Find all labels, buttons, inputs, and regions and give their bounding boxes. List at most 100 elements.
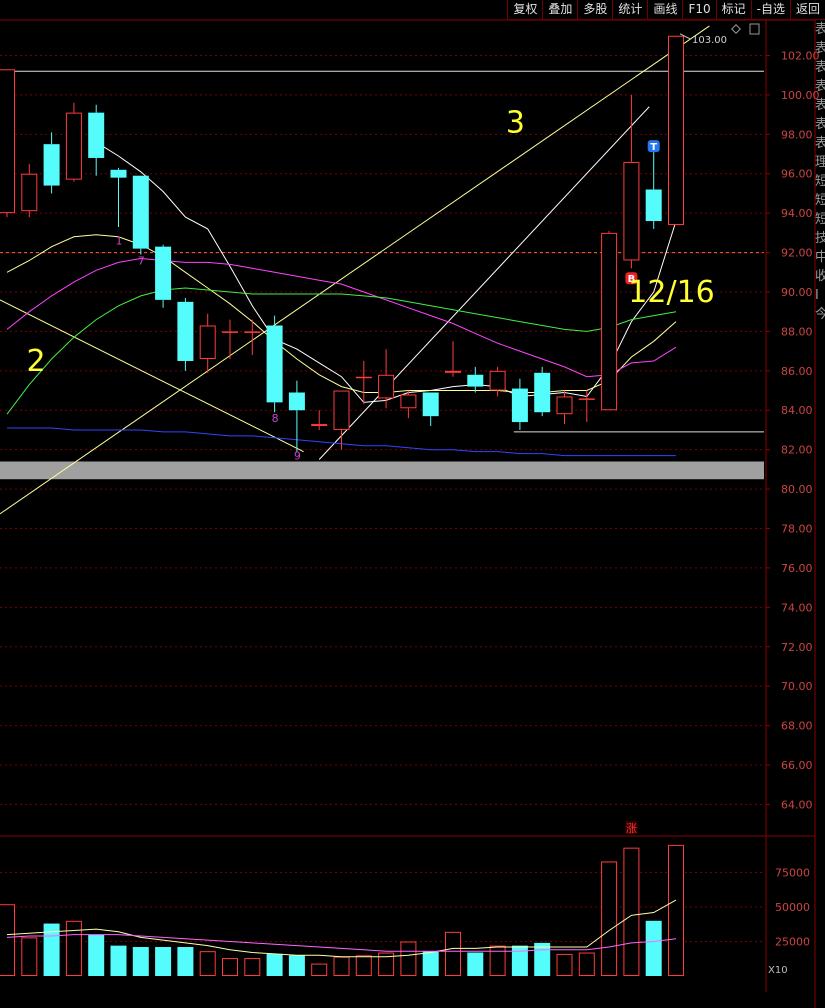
volume-tick-label: 50000 — [775, 901, 810, 914]
candle — [445, 341, 461, 377]
volume-ma-line-vma10 — [6, 934, 677, 952]
toolbar-button-7[interactable]: -自选 — [750, 0, 790, 20]
candle-body — [222, 331, 238, 333]
volume-bar — [534, 942, 551, 976]
candle — [222, 319, 238, 360]
candle — [623, 94, 640, 269]
candle — [155, 244, 172, 308]
volume-tick-label: 75000 — [775, 867, 810, 880]
side-panel-char: 表 — [815, 136, 825, 151]
price-tick-label: 96.00 — [781, 168, 813, 181]
volume-bar — [21, 937, 38, 976]
volume-bar — [88, 934, 105, 976]
price-tick-label: 100.00 — [781, 89, 820, 102]
volume-bar — [645, 920, 662, 976]
candle-body — [378, 374, 395, 399]
candle-count-label: 9 — [294, 450, 301, 463]
price-tick-label: 74.00 — [781, 601, 813, 614]
side-panel-char: 表 — [815, 98, 825, 113]
candle — [177, 297, 194, 371]
volume-bar — [311, 963, 328, 977]
price-tick-label: 68.00 — [781, 720, 813, 733]
toolbar-button-0[interactable]: 复权 — [507, 0, 543, 20]
panel-toggle-icon — [749, 23, 760, 35]
annotation-text: 12/16 — [628, 275, 714, 310]
side-panel-char: 中 — [815, 250, 825, 265]
price-tick-label: 70.00 — [781, 680, 813, 693]
candle-body — [578, 398, 595, 400]
price-tick-label: 82.00 — [781, 444, 813, 457]
side-panel-char: 表 — [815, 41, 825, 56]
candle — [534, 366, 551, 417]
candle-body — [177, 301, 194, 361]
annotation-text: 3 — [506, 105, 525, 140]
candle-body — [601, 232, 618, 411]
volume-unit-label: X10 — [768, 965, 788, 976]
price-tick-label: 84.00 — [781, 404, 813, 417]
candle-body — [556, 396, 573, 415]
candle-count-label: 8 — [272, 412, 279, 425]
candle-body — [355, 376, 372, 379]
side-panel-char: 技 — [815, 231, 825, 246]
signal-marker-label: T — [650, 142, 657, 153]
trend-line — [318, 106, 650, 460]
volume-bar — [110, 945, 127, 976]
candle-body — [110, 169, 127, 178]
price-tick-label: 72.00 — [781, 641, 813, 654]
volume-bar — [244, 958, 261, 976]
price-tick-label: 66.00 — [781, 759, 813, 772]
candle — [601, 230, 618, 411]
right-side-panel-strip: 表表表表表表表理短短短技中收Ⅰ今 — [815, 20, 825, 440]
candle — [43, 132, 60, 194]
toolbar-button-3[interactable]: 统计 — [612, 0, 648, 20]
price-tick-label: 98.00 — [781, 128, 813, 141]
price-tick-label: 78.00 — [781, 523, 813, 536]
candle-body — [43, 144, 60, 186]
candle-count-label: 7 — [138, 254, 145, 267]
candle-body — [155, 246, 172, 300]
toolbar-button-5[interactable]: F10 — [682, 0, 716, 20]
toolbar-button-2[interactable]: 多股 — [577, 0, 613, 20]
candle — [378, 349, 395, 409]
volume-bar — [155, 947, 172, 976]
candle — [244, 319, 261, 356]
candle — [511, 378, 528, 430]
annotation-text: 2 — [26, 344, 45, 379]
shaded-band — [0, 461, 764, 480]
candle — [199, 313, 216, 373]
side-panel-char: 短 — [815, 212, 825, 227]
volume-bar — [355, 955, 372, 976]
toolbar-button-1[interactable]: 叠加 — [542, 0, 578, 20]
candle-body — [266, 325, 283, 403]
candle — [400, 390, 417, 419]
volume-bar — [623, 847, 640, 976]
toolbar-button-4[interactable]: 画线 — [647, 0, 683, 20]
toolbar-button-8[interactable]: 返回 — [789, 0, 825, 20]
volume-bar — [199, 951, 216, 976]
volume-bar — [177, 947, 194, 976]
price-tick-label: 88.00 — [781, 325, 813, 338]
candle — [21, 163, 38, 218]
candle-body — [511, 388, 528, 423]
toolbar-button-6[interactable]: 标记 — [715, 0, 751, 20]
side-panel-char: Ⅰ — [815, 288, 819, 303]
kline-chart[interactable]: 64.00 66.00 68.00 70.00 72.00 74.00 76.00 78.00… — [0, 0, 825, 1008]
side-panel-char: 表 — [815, 22, 825, 37]
candle — [556, 390, 573, 425]
candle — [288, 380, 305, 452]
diamond-icon — [731, 24, 741, 34]
candle-body — [132, 175, 149, 249]
ma-line-ma20 — [6, 257, 677, 378]
candle-body — [623, 161, 640, 261]
max-price-label: 103.00 — [692, 35, 727, 46]
volume-bar — [489, 945, 506, 977]
volume-bar — [422, 951, 439, 976]
volume-bar — [668, 844, 684, 977]
candle — [132, 175, 149, 255]
candle — [311, 410, 328, 430]
volume-bar — [556, 953, 573, 976]
side-panel-char: 短 — [815, 193, 825, 208]
side-panel-char: 表 — [815, 79, 825, 94]
price-tick-label: 76.00 — [781, 562, 813, 575]
price-tick-label: 90.00 — [781, 286, 813, 299]
